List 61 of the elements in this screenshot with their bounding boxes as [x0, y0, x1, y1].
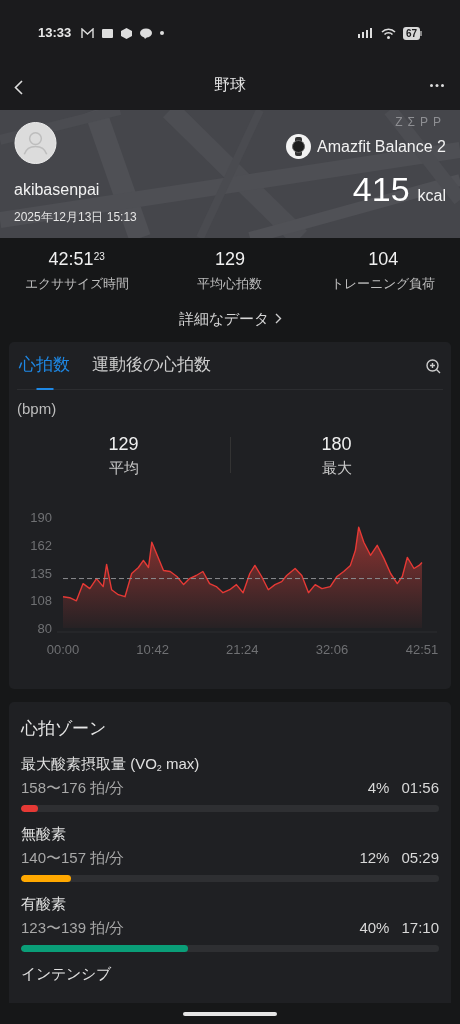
status-time: 13:33 [38, 24, 72, 43]
zone-time: 17:10 [401, 918, 439, 938]
y-tick-label: 162 [30, 538, 52, 554]
zone-name: インテンシブ [21, 963, 111, 984]
zone-range: 158〜176 拍/分 [21, 778, 125, 798]
y-tick-label: 80 [37, 621, 52, 636]
y-tick-label: 135 [30, 565, 52, 581]
zone-time: 01:56 [401, 778, 439, 798]
message-icon [102, 28, 114, 38]
zone-range: 123〜139 拍/分 [21, 918, 125, 938]
chat-icon [140, 27, 153, 39]
stat-value: 42:51$^{23}$ [48, 248, 105, 270]
tab[interactable]: 運動後の心拍数 [92, 351, 211, 389]
mail-icon [81, 27, 95, 39]
x-tick-label: 10:42 [136, 642, 169, 657]
stat-label: 平均心拍数 [197, 275, 263, 293]
zones-title: 心拍ゾーン [21, 718, 106, 740]
summary-value: 129 [108, 432, 139, 455]
zone-percent: 12% [359, 848, 390, 868]
tab[interactable]: 心拍数 [19, 351, 70, 389]
back-icon[interactable] [14, 80, 23, 95]
avatar-icon [14, 122, 57, 164]
summary-label: 最大 [321, 457, 352, 478]
x-tick-label: 32:06 [315, 642, 349, 657]
user-name: akibasenpai [14, 180, 101, 200]
zone-name: 無酸素 [21, 823, 66, 844]
zone-percent: 40% [359, 918, 390, 938]
page-title: 野球 [214, 75, 246, 95]
device-name: Amazfit Balance 2 [317, 136, 446, 157]
calories-unit: kcal [417, 186, 446, 206]
zone-name: 最大酸素摂取量 (VO$_{2}$ max) [21, 753, 200, 775]
calories-value: 415 [352, 171, 410, 207]
watch-icon [286, 134, 312, 159]
details-link[interactable]: 詳細なデータ [178, 307, 282, 330]
summary-value: 180 [321, 432, 352, 455]
zone-percent: 4% [367, 778, 390, 798]
signal-icon [357, 28, 374, 38]
unit-label: (bpm) [17, 399, 57, 419]
wifi-icon [380, 27, 396, 39]
dot-icon [160, 31, 165, 35]
app-icon [121, 27, 133, 39]
stat-label: エクササイズ時間 [24, 275, 129, 293]
x-tick-label: 21:24 [226, 642, 259, 657]
y-tick-label: 190 [30, 510, 52, 525]
battery-level: 67 [402, 26, 420, 40]
y-tick-label: 108 [30, 592, 52, 608]
home-indicator[interactable] [183, 1011, 277, 1016]
workout-date: 2025年12月13日 15:13 [14, 209, 137, 226]
stat-label: トレーニング負荷 [331, 275, 436, 293]
brand-logo: ZΣPP [395, 116, 446, 128]
summary-label: 平均 [108, 457, 139, 478]
x-tick-label: 42:51 [405, 642, 439, 657]
zoom-in-icon[interactable] [426, 359, 441, 374]
chevron-icon [274, 313, 282, 325]
zone-name: 有酸素 [21, 893, 66, 914]
more-icon[interactable] [430, 84, 444, 87]
x-tick-label: 00:00 [46, 642, 80, 657]
zone-time: 05:29 [401, 848, 439, 868]
zone-range: 140〜157 拍/分 [21, 848, 125, 868]
stat-value: 104 [368, 248, 399, 270]
stat-value: 129 [214, 248, 245, 270]
